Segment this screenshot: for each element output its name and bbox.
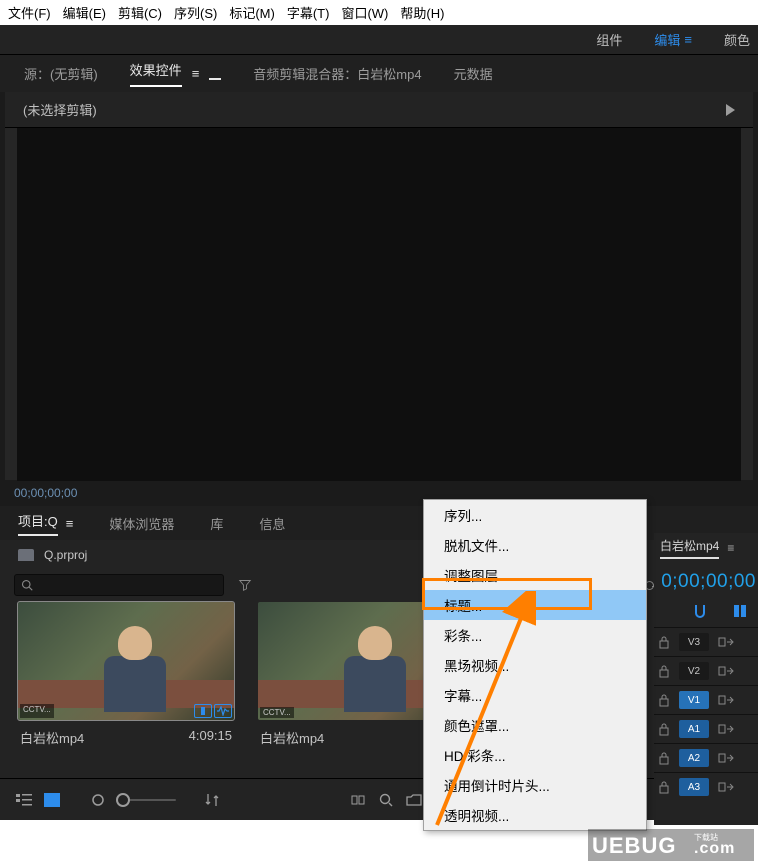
- snap-icon[interactable]: [692, 603, 708, 619]
- source-panel: 源：(无剪辑) 效果控件 ≡ 音频剪辑混合器：白岩松mp4 元数据 (未选择剪辑…: [0, 55, 758, 506]
- panel-menu-icon[interactable]: ≡: [66, 516, 74, 531]
- lock-icon[interactable]: [658, 780, 670, 794]
- menu-help[interactable]: 帮助(H): [394, 1, 450, 24]
- hamburger-icon[interactable]: ≡: [684, 32, 692, 47]
- tab-mixer[interactable]: 音频剪辑混合器：白岩松mp4: [251, 64, 423, 83]
- menu-clip[interactable]: 剪辑(C): [112, 1, 168, 24]
- tab-effects[interactable]: 效果控件 ≡: [128, 60, 224, 87]
- lock-icon[interactable]: [658, 722, 670, 736]
- watermark-logo: UEBUG 下载站 .com: [588, 829, 754, 861]
- svg-text:UEBUG: UEBUG: [592, 833, 676, 858]
- sync-icon[interactable]: [718, 635, 734, 649]
- workspace-assembly[interactable]: 组件: [596, 30, 622, 49]
- video-badge-icon: [194, 704, 212, 718]
- source-tabs: 源：(无剪辑) 效果控件 ≡ 音频剪辑混合器：白岩松mp4 元数据: [0, 55, 758, 92]
- zoom-slider-handle[interactable]: [88, 791, 108, 809]
- list-view-icon[interactable]: [14, 791, 34, 809]
- menu-bars[interactable]: 彩条...: [424, 620, 646, 650]
- effect-header: (未选择剪辑): [5, 92, 753, 128]
- clip-item[interactable]: CCTV... 白岩松mp4 4:09:15: [18, 602, 234, 778]
- workspace-color[interactable]: 颜色: [724, 30, 750, 49]
- sync-icon[interactable]: [718, 693, 734, 707]
- find-icon[interactable]: [376, 791, 396, 809]
- clip-name: 白岩松mp4: [20, 728, 84, 747]
- menu-hd-bars[interactable]: HD 彩条...: [424, 740, 646, 770]
- track-v1[interactable]: V1: [654, 685, 758, 714]
- menu-window[interactable]: 窗口(W): [335, 1, 394, 24]
- track-v3[interactable]: V3: [654, 627, 758, 656]
- timeline-timecode[interactable]: 0;00;00;00: [654, 563, 758, 599]
- menu-transparent-video[interactable]: 透明视频...: [424, 800, 646, 830]
- tab-libraries[interactable]: 库: [210, 514, 223, 533]
- menu-subtitle[interactable]: 字幕(T): [281, 1, 336, 24]
- track-v2[interactable]: V2: [654, 656, 758, 685]
- project-file-name: Q.prproj: [44, 548, 87, 562]
- track-a2[interactable]: A2: [654, 743, 758, 772]
- audio-badge-icon: [214, 704, 232, 718]
- new-bin-icon[interactable]: [404, 791, 424, 809]
- track-a1[interactable]: A1: [654, 714, 758, 743]
- timeline-panel: 白岩松mp4 ≡ 0;00;00;00 V3 V2 V1 A1 A2 A3: [654, 533, 758, 825]
- icon-view-icon[interactable]: [42, 791, 62, 809]
- clip-name: 白岩松mp4: [260, 728, 324, 747]
- menu-edit[interactable]: 编辑(E): [57, 1, 112, 24]
- tab-source[interactable]: 源：(无剪辑): [22, 64, 100, 83]
- lock-icon[interactable]: [658, 693, 670, 707]
- menu-sequence[interactable]: 序列...: [424, 500, 646, 530]
- tab-project[interactable]: 项目:Q ≡: [18, 511, 73, 536]
- sync-icon[interactable]: [718, 722, 734, 736]
- automate-icon[interactable]: [348, 791, 368, 809]
- play-icon[interactable]: [726, 104, 735, 116]
- sort-icon[interactable]: [202, 791, 222, 809]
- panel-menu-icon[interactable]: ≡: [727, 541, 734, 555]
- no-clip-label: (未选择剪辑): [23, 100, 97, 119]
- track-a3[interactable]: A3: [654, 772, 758, 801]
- menu-color-matte[interactable]: 颜色遮罩...: [424, 710, 646, 740]
- workspace-tabs: 组件 编辑 ≡ 颜色: [0, 25, 758, 55]
- clip-thumbnail[interactable]: CCTV...: [18, 602, 234, 720]
- menubar: 文件(F) 编辑(E) 剪辑(C) 序列(S) 标记(M) 字幕(T) 窗口(W…: [0, 0, 758, 25]
- bin-icon: [18, 549, 34, 561]
- effect-body: (未选择剪辑): [5, 92, 753, 480]
- clip-duration: 4:09:15: [189, 728, 232, 747]
- lock-icon[interactable]: [658, 635, 670, 649]
- filter-icon[interactable]: [238, 579, 252, 591]
- menu-captions[interactable]: 字幕...: [424, 680, 646, 710]
- new-item-context-menu: 序列... 脱机文件... 调整图层... 标题... 彩条... 黑场视频..…: [423, 499, 647, 831]
- zoom-slider[interactable]: [116, 799, 176, 801]
- search-icon: [21, 579, 33, 591]
- sync-icon[interactable]: [718, 780, 734, 794]
- menu-black-video[interactable]: 黑场视频...: [424, 650, 646, 680]
- markers-icon[interactable]: [732, 603, 748, 619]
- tab-media-browser[interactable]: 媒体浏览器: [109, 514, 174, 533]
- sync-icon[interactable]: [718, 664, 734, 678]
- search-input[interactable]: [14, 574, 224, 596]
- menu-adjustment-layer[interactable]: 调整图层...: [424, 560, 646, 590]
- workspace-edit[interactable]: 编辑 ≡: [654, 30, 692, 49]
- sync-icon[interactable]: [718, 751, 734, 765]
- lock-icon[interactable]: [658, 751, 670, 765]
- menu-title[interactable]: 标题...: [424, 590, 646, 620]
- sequence-tab[interactable]: 白岩松mp4: [660, 537, 719, 559]
- menu-mark[interactable]: 标记(M): [223, 1, 281, 24]
- svg-text:.com: .com: [694, 840, 735, 857]
- menu-countdown[interactable]: 通用倒计时片头...: [424, 770, 646, 800]
- lock-icon[interactable]: [658, 664, 670, 678]
- tab-info[interactable]: 信息: [259, 514, 285, 533]
- effect-dark-area: [17, 128, 741, 481]
- menu-sequence[interactable]: 序列(S): [168, 1, 223, 24]
- panel-menu-icon[interactable]: ≡: [192, 66, 200, 81]
- menu-file[interactable]: 文件(F): [2, 1, 57, 24]
- menu-offline-file[interactable]: 脱机文件...: [424, 530, 646, 560]
- tab-metadata[interactable]: 元数据: [452, 64, 495, 83]
